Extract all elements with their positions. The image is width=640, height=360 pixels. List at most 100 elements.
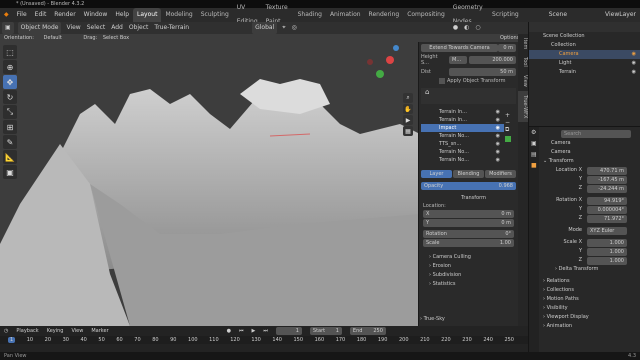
blender-logo-icon[interactable]: ◆ [0, 8, 13, 22]
tab-layer[interactable]: Layer [421, 170, 452, 178]
add-layer-icon[interactable]: + [505, 112, 515, 119]
camera-culling-section[interactable]: › Camera Culling [419, 253, 518, 262]
scene-collection-row[interactable]: Scene Collection [529, 32, 640, 41]
workspace-tab-shading[interactable]: Shading [294, 8, 326, 22]
eye-icon[interactable]: ◉ [632, 59, 636, 68]
workspace-tab-modeling[interactable]: Modeling [161, 8, 196, 22]
loc-y-value[interactable]: -167.45 m [587, 175, 627, 184]
keying-menu[interactable]: Keying [47, 328, 64, 334]
rot-x-value[interactable]: 94.919° [587, 196, 627, 205]
shading-solid-icon[interactable]: ● [450, 22, 461, 34]
end-frame-field[interactable]: End 250 [349, 327, 386, 335]
frame-ruler[interactable]: 1 10 20 30 40 50 60 70 80 90 100 110 120 130 140 150 160… [0, 336, 528, 344]
location-x-field[interactable]: X 0 m [423, 210, 514, 218]
scene-selector[interactable]: Scene [545, 8, 571, 22]
layer-row[interactable]: Impact ◉ [421, 124, 504, 132]
eye-icon[interactable]: ◉ [632, 50, 636, 59]
viewport-display-section[interactable]: › Viewport Display [529, 313, 640, 322]
start-frame-field[interactable]: Start 1 [309, 327, 342, 335]
erosion-section[interactable]: › Erosion [419, 262, 518, 271]
location-x-row[interactable]: Location X 470.71 m [529, 166, 640, 175]
eye-icon[interactable]: ◉ [632, 68, 636, 77]
tab-tool[interactable]: Tool [518, 53, 528, 71]
timeline-editor-icon[interactable]: ◷ [4, 328, 8, 334]
transform-header[interactable]: ⌄ Transform [529, 157, 640, 166]
loc-x-value[interactable]: 470.71 m [587, 166, 627, 175]
animation-section[interactable]: › Animation [529, 322, 640, 331]
drag-dropdown[interactable]: Select Box [99, 35, 129, 41]
scale-y-value[interactable]: 1.000 [587, 247, 627, 256]
global-dropdown[interactable]: Global [252, 22, 278, 34]
editor-type-icon[interactable]: ▣ [2, 22, 14, 34]
rotate-tool-icon[interactable]: ↻ [3, 90, 17, 104]
true-sky-panel[interactable]: › True-Sky [420, 316, 445, 322]
scale-field[interactable]: Scale 1.00 [423, 239, 514, 247]
play-icon[interactable]: ▶ [252, 328, 256, 334]
view-menu[interactable]: View [63, 22, 83, 34]
snap-icon[interactable]: ⌖ [279, 22, 288, 34]
rotation-y-row[interactable]: Y 0.000004° [529, 205, 640, 214]
extend-value[interactable]: 0 m [498, 44, 516, 52]
shading-material-icon[interactable]: ◐ [461, 22, 472, 34]
layer-color-icon[interactable] [505, 136, 511, 142]
delta-transform-section[interactable]: › Delta Transform [529, 265, 640, 274]
outliner-item-camera[interactable]: Camera ◉ [529, 50, 640, 59]
measure-tool-icon[interactable]: 📐 [3, 150, 17, 164]
select-tool-icon[interactable]: ⬚ [3, 45, 17, 59]
workspace-tab-animation[interactable]: Animation [326, 8, 365, 22]
outliner-item-terrain[interactable]: Terrain ◉ [529, 68, 640, 77]
object-name-row[interactable]: Camera [529, 139, 640, 148]
record-icon[interactable]: ● [227, 328, 231, 334]
menu-window[interactable]: Window [80, 8, 112, 22]
options-button[interactable]: Options [500, 34, 519, 42]
menu-render[interactable]: Render [50, 8, 79, 22]
rotation-field[interactable]: Rotation 0° [423, 230, 514, 238]
extend-towards-camera-button[interactable]: Extend Towards Camera [421, 44, 498, 52]
dist-value[interactable]: 50 m [449, 68, 516, 76]
subdivision-section[interactable]: › Subdivision [419, 271, 518, 280]
opacity-slider[interactable]: Opacity 0.968 [421, 182, 516, 190]
orientation-dropdown[interactable]: Default [36, 35, 62, 41]
zoom-icon[interactable]: ⌕ [403, 93, 413, 103]
location-z-row[interactable]: Z -24.244 m [529, 184, 640, 193]
home-icon[interactable]: ⌂ [421, 84, 433, 100]
select-menu[interactable]: Select [84, 22, 109, 34]
rotation-z-row[interactable]: Z 71.972° [529, 214, 640, 223]
pan-hand-icon[interactable]: ✋ [403, 104, 413, 114]
workspace-tab-sculpting[interactable]: Sculpting [197, 8, 233, 22]
workspace-tab-layout[interactable]: Layout [133, 8, 162, 22]
transform-tool-icon[interactable]: ⊞ [3, 120, 17, 134]
move-tool-icon[interactable]: ✥ [3, 75, 17, 89]
tab-true-wfx[interactable]: True-WFX [518, 90, 528, 123]
scale-x-value[interactable]: 1.000 [587, 238, 627, 247]
object-menu[interactable]: Object [126, 22, 152, 34]
eye-icon[interactable]: ◉ [496, 140, 500, 148]
properties-search[interactable]: Search [561, 130, 631, 138]
tab-blending[interactable]: Blending [453, 170, 484, 178]
scale-z-row[interactable]: Z 1.000 [529, 256, 640, 265]
tool-tab-icon[interactable]: ⚙ [529, 127, 539, 138]
navigation-gizmo[interactable] [367, 45, 399, 78]
scale-z-value[interactable]: 1.000 [587, 256, 627, 265]
tab-modifiers[interactable]: Modifiers [485, 170, 516, 178]
rotation-mode-row[interactable]: Mode XYZ Euler [529, 226, 640, 235]
layer-row[interactable]: Terrain In... ◉ [421, 116, 504, 124]
menu-file[interactable]: File [13, 8, 31, 22]
layer-row[interactable]: TTS_sn... ◉ [421, 140, 504, 148]
workspace-tab-scripting[interactable]: Scripting [488, 8, 523, 22]
location-y-row[interactable]: Y -167.45 m [529, 175, 640, 184]
duplicate-layer-icon[interactable]: ⧉ [505, 126, 515, 134]
mode-dropdown[interactable]: XYZ Euler [587, 226, 627, 235]
true-terrain-menu[interactable]: True-Terrain [151, 22, 192, 34]
jump-end-icon[interactable]: ⏭ [263, 328, 268, 334]
tab-view[interactable]: View [518, 71, 528, 91]
shading-rendered-icon[interactable]: ○ [472, 22, 483, 34]
collections-section[interactable]: › Collections [529, 286, 640, 295]
layer-row[interactable]: Terrain In... ◉ [421, 108, 504, 116]
eye-icon[interactable]: ◉ [496, 148, 500, 156]
eye-icon[interactable]: ◉ [496, 124, 500, 132]
timeline-view-menu[interactable]: View [71, 328, 83, 334]
mode-dropdown[interactable]: Object Mode [17, 22, 62, 34]
rotation-x-row[interactable]: Rotation X 94.919° [529, 196, 640, 205]
transform-panel-header[interactable]: Transform [419, 194, 518, 203]
